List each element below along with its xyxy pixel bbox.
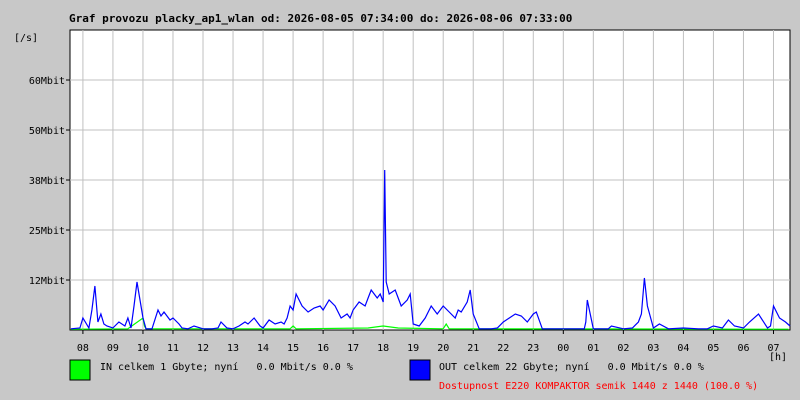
x-tick-label: 12 <box>197 343 209 354</box>
availability-text: Dostupnost E220 KOMPAKTOR semik 1440 z 1… <box>439 381 758 392</box>
traffic-chart: Graf provozu placky_ap1_wlan od: 2026-08… <box>14 12 791 392</box>
y-tick-label: 60Mbit <box>29 76 65 87</box>
x-tick-label: 20 <box>437 343 449 354</box>
legend-in-swatch <box>69 359 91 381</box>
y-axis-ticks: 12Mbit 25Mbit 38Mbit 50Mbit 60Mbit <box>29 76 70 287</box>
legend-out-text: OUT celkem 22 Gbyte; nyní 0.0 Mbit/s 0.0… <box>439 361 704 373</box>
y-tick-label: 38Mbit <box>29 176 65 187</box>
x-tick-label: 14 <box>257 343 269 354</box>
x-tick-label: 23 <box>527 343 539 354</box>
x-tick-label: 22 <box>497 343 509 354</box>
x-axis-ticks: 08 09 10 11 12 13 14 15 16 17 18 19 20 21 22 23 00 01 02 03… <box>77 330 780 354</box>
y-tick-label: 25Mbit <box>29 226 65 237</box>
legend-in-text: IN celkem 1 Gbyte; nyní 0.0 Mbit/s 0.0 % <box>100 361 353 373</box>
chart-title: Graf provozu placky_ap1_wlan od: 2026-08… <box>69 12 572 25</box>
x-axis-unit: [h] <box>769 352 787 363</box>
x-tick-label: 16 <box>317 343 329 354</box>
x-tick-label: 13 <box>227 343 239 354</box>
x-tick-label: 15 <box>287 343 299 354</box>
y-tick-label: 50Mbit <box>29 126 65 137</box>
x-tick-label: 17 <box>347 343 359 354</box>
y-tick-label: 12Mbit <box>29 276 65 287</box>
x-tick-label: 09 <box>107 343 119 354</box>
x-tick-label: 18 <box>377 343 389 354</box>
x-tick-label: 11 <box>167 343 179 354</box>
x-tick-label: 10 <box>137 343 149 354</box>
x-tick-label: 19 <box>407 343 419 354</box>
x-tick-label: 06 <box>737 343 749 354</box>
x-tick-label: 02 <box>617 343 629 354</box>
x-tick-label: 03 <box>647 343 659 354</box>
legend-out-swatch <box>409 359 431 381</box>
x-tick-label: 04 <box>677 343 689 354</box>
x-tick-label: 01 <box>587 343 599 354</box>
x-tick-label: 00 <box>557 343 569 354</box>
x-tick-label: 21 <box>467 343 479 354</box>
x-tick-label: 05 <box>707 343 719 354</box>
y-axis-unit: [/s] <box>14 33 38 44</box>
x-tick-label: 08 <box>77 343 89 354</box>
